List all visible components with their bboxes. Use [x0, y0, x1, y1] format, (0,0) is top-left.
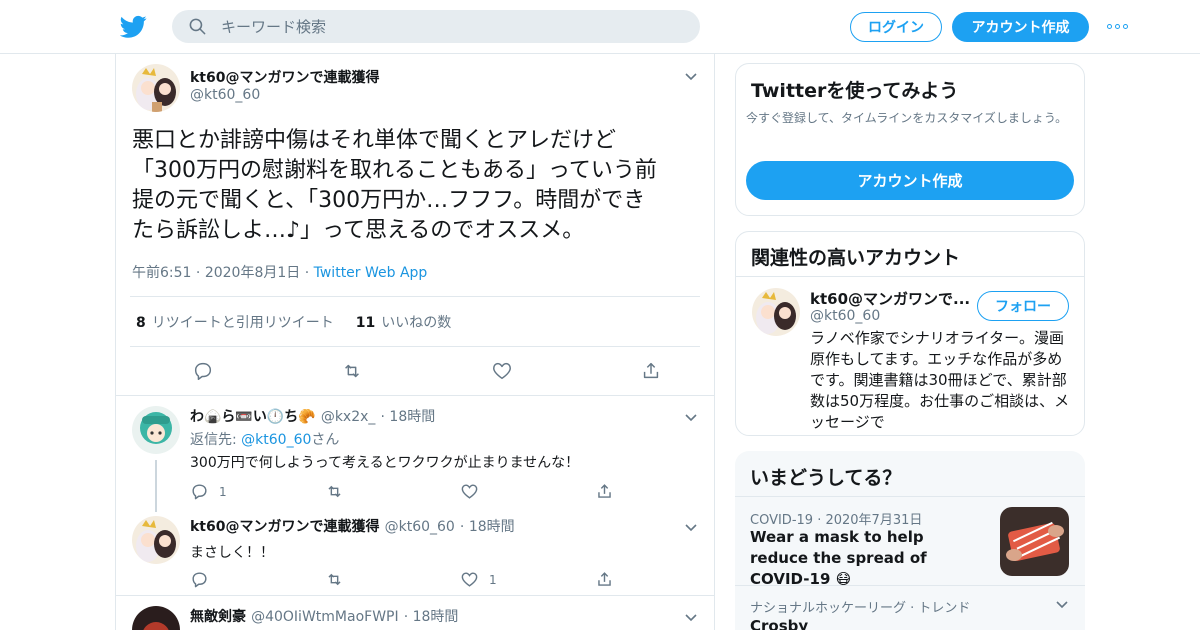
chevron-down-icon[interactable]: [684, 523, 698, 533]
tweet-source-link[interactable]: Twitter Web App: [314, 265, 428, 281]
tweet-actions: 1: [190, 482, 714, 501]
author-name[interactable]: わ🍙ら📼い🕛ち🥐: [190, 409, 316, 425]
chevron-down-icon[interactable]: [1055, 600, 1069, 610]
reply-tweet[interactable]: わ🍙ら📼い🕛ち🥐 @kx2x_ · 18時間 返信先: @kt60_60さん 3…: [116, 396, 714, 512]
avatar[interactable]: [132, 606, 180, 630]
account-name[interactable]: kt60@マンガワンで...: [810, 288, 970, 309]
author-name[interactable]: 無敵剣豪: [190, 609, 246, 625]
more-options-icon[interactable]: [1107, 20, 1131, 32]
tweet-timeline: kt60@マンガワンで連載獲得 @kt60_60 悪口とか誹謗中傷はそれ単体で聞…: [115, 54, 715, 630]
trend-item[interactable]: COVID-19 · 2020年7月31日 Wear a mask to hel…: [735, 497, 1085, 588]
like-heart-icon[interactable]: [460, 482, 479, 501]
reply-count: 1: [219, 484, 227, 499]
card-title: 関連性の高いアカウント: [751, 247, 961, 269]
follow-button[interactable]: フォロー: [977, 291, 1069, 321]
trends-card: いまどうしてる？ COVID-19 · 2020年7月31日 Wear a ma…: [735, 451, 1085, 630]
retweet-icon[interactable]: [325, 570, 344, 589]
trend-text: Wear a mask to help reduce the spread of…: [750, 528, 927, 588]
reply-tweet[interactable]: 無敵剣豪 @40OIiWtmMaoFWPI · 18時間: [116, 596, 714, 630]
retweet-icon[interactable]: [341, 360, 363, 382]
like-heart-icon[interactable]: [460, 570, 479, 589]
tweet-text: まさしく！！: [190, 545, 274, 561]
reply-header: 無敵剣豪 @40OIiWtmMaoFWPI · 18時間: [190, 609, 459, 625]
account-bio: ラノベ作家でシナリオライター。漫画原作もしてます。エッチな作品が多めです。関連書…: [810, 329, 1070, 431]
retweet-icon[interactable]: [325, 482, 344, 501]
author-name[interactable]: kt60@マンガワンで連載獲得: [190, 67, 380, 87]
chevron-down-icon[interactable]: [684, 72, 698, 82]
share-icon[interactable]: [640, 360, 662, 382]
tweet-actions: 1: [190, 570, 714, 589]
card-title: いまどうしてる？: [750, 467, 902, 489]
signup-button[interactable]: アカウント作成: [746, 161, 1074, 200]
share-icon[interactable]: [595, 482, 614, 501]
share-icon[interactable]: [595, 570, 614, 589]
like-stat[interactable]: 11 いいねの数: [356, 312, 451, 332]
divider: [736, 276, 1084, 277]
reply-icon[interactable]: [192, 360, 214, 382]
reply-to: 返信先: @kt60_60さん: [190, 432, 340, 448]
avatar[interactable]: [132, 516, 180, 564]
reply-icon[interactable]: [190, 570, 209, 589]
chevron-down-icon[interactable]: [684, 613, 698, 623]
chevron-down-icon[interactable]: [684, 413, 698, 423]
tweet-text: 悪口とか誹謗中傷はそれ単体で聞くとアレだけど 「300万円の慰謝料を取れることも…: [132, 128, 657, 243]
reply-icon[interactable]: [190, 482, 209, 501]
tweet-date[interactable]: 2020年8月1日: [205, 265, 300, 281]
avatar[interactable]: [132, 64, 180, 112]
signup-button[interactable]: アカウント作成: [952, 12, 1089, 42]
card-title: Twitterを使ってみよう: [751, 80, 959, 102]
reply-to-handle-link[interactable]: @kt60_60: [241, 432, 311, 448]
main-tweet: kt60@マンガワンで連載獲得 @kt60_60 悪口とか誹謗中傷はそれ単体で聞…: [116, 54, 714, 396]
retweet-stat[interactable]: 8 リツイートと引用リツイート: [136, 312, 334, 332]
like-count: 1: [489, 572, 497, 587]
author-handle[interactable]: @kt60_60: [385, 519, 455, 535]
tweet-time[interactable]: 18時間: [389, 409, 435, 425]
related-accounts-card: 関連性の高いアカウント kt60@マンガワンで... @kt60_60 フォロー…: [735, 231, 1085, 436]
reply-header: kt60@マンガワンで連載獲得 @kt60_60 · 18時間: [190, 519, 515, 535]
divider: [130, 296, 700, 297]
top-navigation-bar: ログイン アカウント作成: [0, 0, 1200, 54]
trend-thumbnail: [1000, 507, 1069, 576]
like-heart-icon[interactable]: [491, 360, 513, 382]
card-subtitle: 今すぐ登録して、タイムラインをカスタマイズしましょう。: [746, 111, 1068, 125]
divider: [130, 346, 700, 347]
tweet-time[interactable]: 18時間: [413, 609, 459, 625]
trend-item[interactable]: ナショナルホッケーリーグ · トレンド Crosby: [735, 586, 1085, 630]
reply-header: わ🍙ら📼い🕛ち🥐 @kx2x_ · 18時間: [190, 409, 436, 425]
avatar[interactable]: [752, 288, 800, 336]
tweet-time[interactable]: 午前6:51: [132, 265, 191, 281]
avatar[interactable]: [132, 406, 180, 454]
thread-line: [155, 460, 157, 512]
author-name[interactable]: kt60@マンガワンで連載獲得: [190, 519, 380, 535]
tweet-time[interactable]: 18時間: [469, 519, 515, 535]
account-handle[interactable]: @kt60_60: [810, 308, 880, 324]
tweet-timestamp: 午前6:51 · 2020年8月1日 · Twitter Web App: [132, 265, 428, 281]
signup-prompt-card: Twitterを使ってみよう 今すぐ登録して、タイムラインをカスタマイズしましょ…: [735, 63, 1085, 216]
reply-tweet[interactable]: kt60@マンガワンで連載獲得 @kt60_60 · 18時間 まさしく！！ 1: [116, 506, 714, 596]
trend-title: Crosby: [750, 617, 809, 630]
login-button[interactable]: ログイン: [850, 12, 942, 42]
search-box[interactable]: [172, 10, 700, 43]
tweet-actions: [192, 360, 662, 382]
tweet-stats: 8 リツイートと引用リツイート 11 いいねの数: [136, 312, 451, 332]
search-icon: [189, 18, 206, 35]
author-handle[interactable]: @kx2x_: [321, 409, 376, 425]
twitter-bird-icon[interactable]: [120, 13, 147, 40]
trend-category: ナショナルホッケーリーグ · トレンド: [750, 601, 971, 616]
tweet-text: 300万円で何しようって考えるとワクワクが止まりませんな！: [190, 455, 580, 471]
author-handle[interactable]: @40OIiWtmMaoFWPI: [251, 609, 399, 625]
author-handle[interactable]: @kt60_60: [190, 87, 260, 103]
search-input[interactable]: [221, 17, 661, 36]
